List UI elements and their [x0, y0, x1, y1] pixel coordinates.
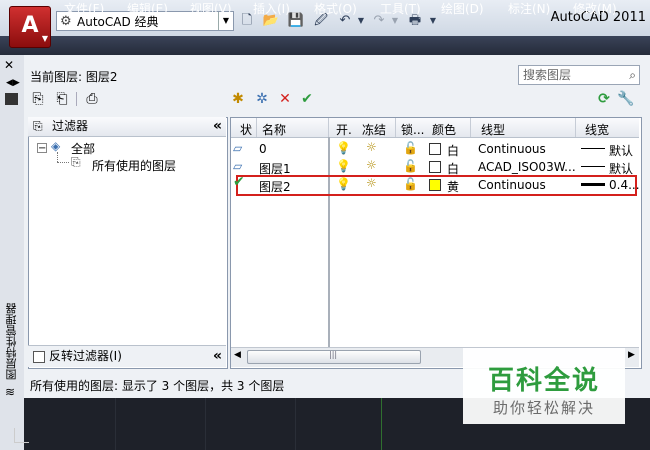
all-filter-icon: ◈ — [51, 139, 61, 153]
grid-line — [205, 398, 206, 450]
layer-name: 0 — [259, 142, 267, 156]
current-layer-check-icon: ✔ — [233, 174, 245, 190]
toolbar-separator — [76, 92, 77, 106]
layer-linetype[interactable]: Continuous — [478, 142, 546, 156]
sun-thaw-icon[interactable]: ☼ — [366, 176, 377, 190]
column-separator — [256, 118, 257, 137]
menu-bar — [0, 36, 650, 55]
unlock-icon[interactable]: 🔓 — [403, 159, 418, 173]
lightbulb-on-icon[interactable]: 💡 — [336, 177, 351, 191]
menu-draw[interactable]: 绘图(D) — [441, 1, 484, 18]
close-icon[interactable]: ✕ — [4, 58, 14, 72]
layer-stack-icon: ≋ — [5, 385, 16, 399]
ucs-icon — [14, 428, 29, 443]
column-on[interactable]: 开. — [336, 121, 352, 138]
filter-header-label: 过滤器 — [52, 119, 89, 133]
tree-line — [57, 162, 69, 164]
grid-line — [115, 398, 116, 450]
autocad-logo-icon: A — [21, 13, 39, 38]
column-name[interactable]: 名称 — [262, 121, 286, 138]
menu-format[interactable]: 格式(O) — [314, 1, 357, 18]
layer-states-manager-icon[interactable]: ⎙ — [82, 89, 102, 109]
layer-lineweight[interactable]: 默认 — [609, 142, 633, 159]
axis-line — [381, 398, 382, 450]
tree-item-all-used-layers[interactable]: 所有使用的图层 — [92, 157, 176, 174]
palette-title: 图层特性管理器 — [5, 303, 18, 380]
filter-icon: ⎘ — [33, 119, 43, 133]
search-layers-input[interactable]: 搜索图层 ⌕ — [518, 65, 640, 85]
menu-edit[interactable]: 编辑(E) — [127, 1, 168, 18]
set-current-icon[interactable]: ✔ — [297, 89, 317, 109]
column-lock[interactable]: 锁... — [401, 121, 424, 138]
unlock-icon[interactable]: 🔓 — [403, 141, 418, 155]
layer-status-icon: ▱ — [233, 159, 243, 173]
application-menu-button[interactable]: A ▼ — [9, 6, 51, 48]
column-lineweight[interactable]: 线宽 — [585, 121, 609, 138]
new-layer-frozen-icon[interactable]: ✲ — [252, 89, 272, 109]
sun-thaw-icon[interactable]: ☼ — [366, 140, 377, 154]
sun-thaw-icon[interactable]: ☼ — [366, 158, 377, 172]
color-swatch[interactable] — [429, 179, 441, 191]
search-icon: ⌕ — [629, 68, 636, 82]
invert-filter-label: 反转过滤器(I) — [49, 349, 122, 363]
unlock-icon[interactable]: 🔓 — [403, 177, 418, 191]
tree-collapse-icon[interactable]: − — [37, 143, 47, 154]
layer-lineweight[interactable]: 0.4... — [609, 178, 640, 192]
lineweight-sample — [581, 166, 605, 167]
menu-view[interactable]: 视图(V) — [190, 1, 232, 18]
layer-linetype[interactable]: ACAD_ISO03W... — [478, 160, 576, 174]
status-text: 所有使用的图层: 显示了 3 个图层，共 3 个图层 — [30, 379, 285, 393]
scroll-grip-icon: ||| — [329, 350, 338, 359]
layer-name: 图层2 — [259, 180, 291, 194]
auto-hide-icon[interactable]: ◀▶ — [6, 78, 20, 88]
used-layers-filter-icon: ⎘ — [71, 155, 81, 169]
properties-menu-icon[interactable] — [5, 93, 18, 105]
column-color[interactable]: 颜色 — [432, 121, 456, 138]
menu-tools[interactable]: 工具(T) — [380, 1, 421, 18]
delete-layer-icon[interactable]: ✕ — [275, 89, 295, 109]
filter-header: ⎘ 过滤器 « — [28, 117, 226, 137]
tree-line — [57, 152, 59, 162]
collapse-filter-pane-icon-bottom[interactable]: « — [213, 346, 222, 367]
new-property-filter-icon[interactable]: ⎘ — [28, 89, 48, 109]
customize-dropdown-icon[interactable]: ▼ — [424, 12, 442, 30]
settings-wrench-icon[interactable]: 🔧 — [616, 89, 636, 109]
column-separator — [575, 118, 576, 137]
layer-linetype[interactable]: Continuous — [478, 178, 546, 192]
grid-line — [295, 398, 296, 450]
menu-dimension[interactable]: 标注(N) — [508, 1, 550, 18]
column-separator — [395, 118, 396, 137]
new-group-filter-icon[interactable]: ⎗ — [52, 89, 72, 109]
scroll-left-icon[interactable]: ◀ — [234, 350, 241, 360]
column-status[interactable]: 状 — [240, 121, 252, 138]
lightbulb-on-icon[interactable]: 💡 — [336, 159, 351, 173]
invert-filter-checkbox[interactable] — [33, 346, 45, 367]
column-linetype[interactable]: 线型 — [481, 121, 505, 138]
column-separator — [328, 118, 329, 137]
color-swatch[interactable] — [429, 143, 441, 155]
collapse-filter-pane-icon[interactable]: « — [213, 117, 222, 136]
scroll-right-icon[interactable]: ▶ — [628, 350, 635, 360]
watermark-title: 百科全说 — [487, 366, 600, 396]
search-placeholder: 搜索图层 — [523, 68, 572, 82]
new-layer-icon[interactable]: ✱ — [228, 89, 248, 109]
lineweight-sample — [581, 183, 605, 186]
lineweight-sample — [581, 148, 605, 149]
lightbulb-on-icon[interactable]: 💡 — [336, 141, 351, 155]
filter-footer: 反转过滤器(I) « — [28, 345, 226, 367]
menu-insert[interactable]: 插入(I) — [253, 1, 290, 18]
column-separator — [470, 118, 471, 137]
color-swatch[interactable] — [429, 161, 441, 173]
current-layer-label: 当前图层: 图层2 — [30, 70, 118, 84]
column-freeze[interactable]: 冻结 — [362, 121, 386, 138]
caret-down-icon: ▼ — [41, 34, 48, 43]
refresh-icon[interactable]: ⟳ — [594, 89, 614, 109]
watermark-subtitle: 助你轻松解决 — [492, 399, 595, 417]
layer-color-name: 黄 — [447, 180, 460, 194]
layer-status-icon: ▱ — [233, 141, 243, 155]
menu-modify[interactable]: 修改(M) — [573, 1, 617, 18]
menu-file[interactable]: 文件(F) — [64, 1, 104, 18]
layer-color-name: 白 — [447, 144, 460, 158]
